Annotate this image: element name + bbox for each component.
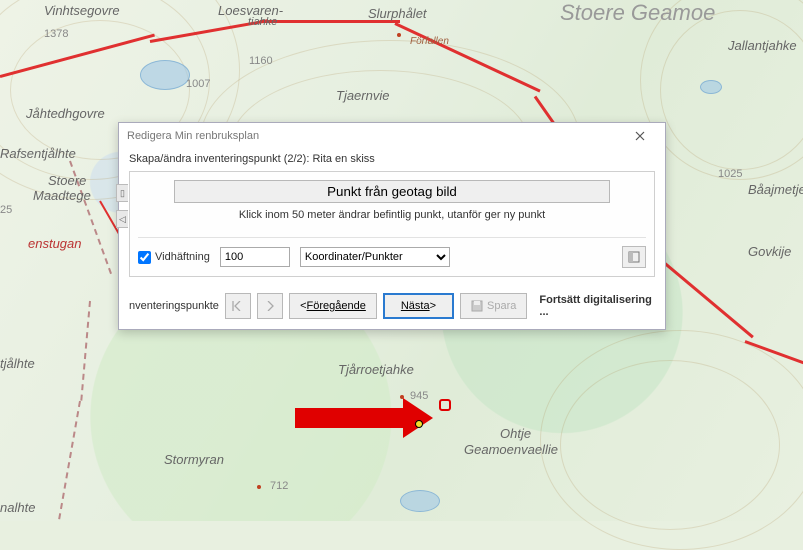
map-marker-yellow-dot — [415, 420, 423, 428]
save-button[interactable]: Spara — [460, 293, 527, 319]
elev-1378: 1378 — [44, 28, 68, 40]
dialog-titlebar[interactable]: Redigera Min renbruksplan — [119, 123, 665, 149]
map-label-stormyran: Stormyran — [164, 452, 224, 467]
map-label-jahtedhgovre: Jåhtedhgovre — [26, 106, 105, 121]
close-icon — [635, 131, 645, 141]
map-label-stoeregeamoe: Stoere Geamoe — [560, 0, 715, 26]
truncated-left-label: nventeringspunkte — [129, 300, 219, 312]
map-label-govkije: Govkije — [748, 244, 791, 259]
map-label-enstugan: enstugan — [28, 236, 82, 251]
continue-digitizing-link[interactable]: Fortsätt digitalisering ... — [539, 294, 655, 318]
side-tab-top[interactable]: ▯ — [116, 184, 128, 202]
elev-1025: 1025 — [718, 168, 742, 180]
dialog-title: Redigera Min renbruksplan — [127, 130, 621, 142]
close-button[interactable] — [621, 125, 659, 147]
map-label-tjarroetjahke: Tjårroetjahke — [338, 362, 414, 377]
annotation-arrow — [295, 408, 405, 428]
elev-712: 712 — [270, 480, 288, 492]
koordinat-select[interactable]: Koordinater/Punkter — [300, 247, 450, 267]
dialog-main-frame: ▯ ◁ Punkt från geotag bild Klick inom 50… — [129, 171, 655, 277]
map-label-stoere: Stoere — [48, 173, 86, 188]
map-label-tjalhte: tjålhte — [0, 356, 35, 371]
elev-1160: 1160 — [249, 55, 273, 67]
vidhaftning-input[interactable] — [220, 247, 290, 267]
vidhaftning-checkbox[interactable] — [138, 251, 151, 264]
nav-first-button[interactable] — [225, 293, 251, 319]
panel-icon — [628, 251, 640, 263]
chevron-right-icon — [265, 301, 275, 311]
toolbar-icon-button[interactable] — [622, 246, 646, 268]
next-button[interactable]: Nästa > — [383, 293, 454, 319]
map-label-nalhte: nalhte — [0, 500, 35, 515]
dialog-subtitle: Skapa/ändra inventeringspunkt (2/2): Rit… — [119, 149, 665, 171]
chevron-left-stop-icon — [232, 301, 244, 311]
hint-text: Klick inom 50 meter ändrar befintlig pun… — [138, 209, 646, 221]
map-label-tjaernvie: Tjaernvie — [336, 88, 389, 103]
map-label-baajmetje: Båajmetje — [748, 182, 803, 197]
elev-1007: 1007 — [186, 78, 210, 90]
map-label-jallantjahke: Jallantjahke — [728, 38, 797, 53]
options-row: Vidhäftning Koordinater/Punkter — [138, 237, 646, 268]
map-label-geamoenvaellie: Geamoenvaellie — [464, 442, 558, 457]
map-label-slurphalet: Slurphålet — [368, 6, 427, 21]
nav-prev-arrow-button[interactable] — [257, 293, 283, 319]
vidhaftning-checkbox-wrap[interactable]: Vidhäftning — [138, 251, 210, 264]
dialog-edit-renbruksplan: Redigera Min renbruksplan Skapa/ändra in… — [118, 122, 666, 330]
map-label-rafsentjalhte: Rafsentjålhte — [0, 146, 76, 161]
save-icon — [471, 300, 483, 312]
elev-25: 25 — [0, 204, 12, 216]
map-label-ohtje: Ohtje — [500, 426, 531, 441]
dialog-bottom-bar: nventeringspunkte < Föregående Nästa > S… — [119, 285, 665, 329]
previous-button[interactable]: < Föregående — [289, 293, 377, 319]
side-tab-bottom[interactable]: ◁ — [116, 210, 128, 228]
map-label-loesvaren: Loesvaren- — [218, 3, 283, 18]
vidhaftning-label: Vidhäftning — [155, 251, 210, 263]
geotag-button[interactable]: Punkt från geotag bild — [174, 180, 611, 203]
map-marker-red-square — [439, 399, 451, 411]
map-label-vinhtsegovre: Vinhtsegovre — [44, 3, 120, 18]
